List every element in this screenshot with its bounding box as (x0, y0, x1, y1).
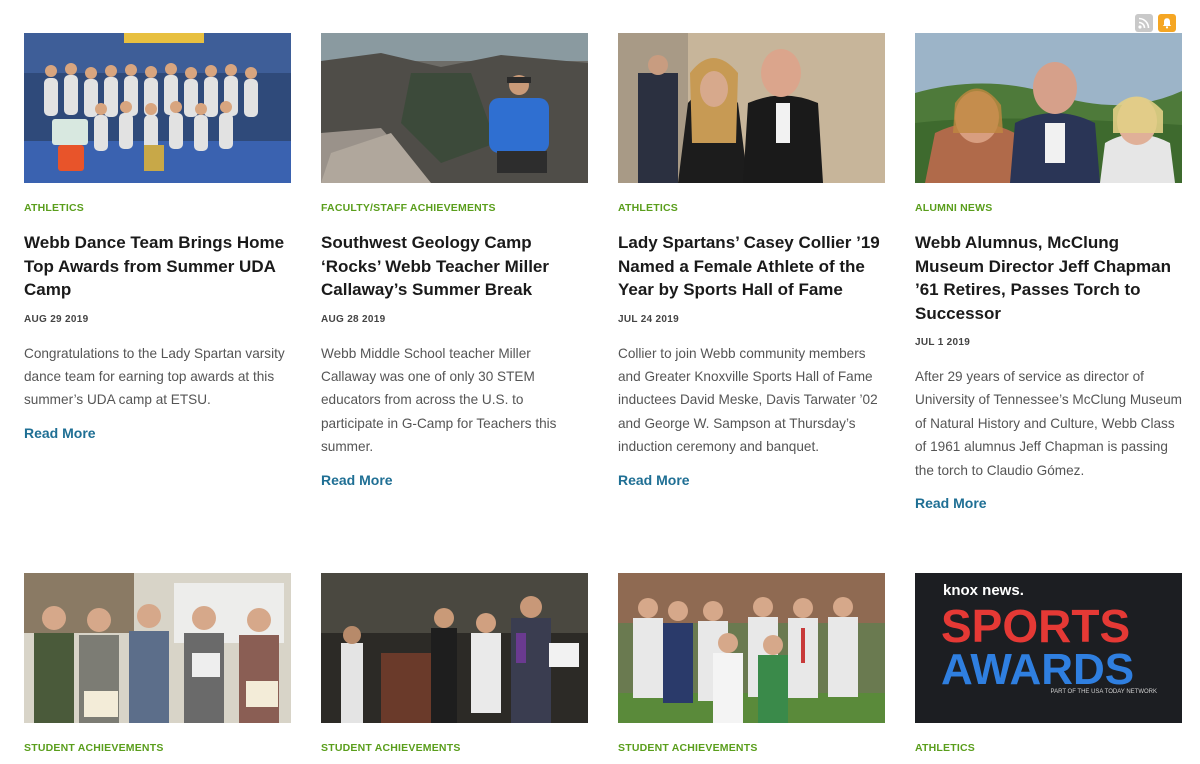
article-date: JUL 1 2019 (915, 337, 971, 348)
news-row: ATHLETICS Webb Dance Team Brings Home To… (24, 33, 1182, 511)
article-category[interactable]: ATHLETICS (915, 742, 1182, 754)
group-students-photo (618, 573, 885, 723)
article-category[interactable]: ATHLETICS (24, 202, 291, 214)
news-card: STUDENT ACHIEVEMENTS (618, 573, 885, 754)
article-date: AUG 28 2019 (321, 313, 386, 325)
logo-line3: AWARDS (941, 645, 1134, 694)
article-excerpt: Collier to join Webb community members a… (618, 345, 878, 455)
bell-glyph (1162, 18, 1172, 29)
article-category[interactable]: FACULTY/STAFF ACHIEVEMENTS (321, 202, 588, 214)
article-excerpt: Webb Middle School teacher Miller Callaw… (321, 345, 557, 455)
news-card: knox news. SPORTS AWARDS PART OF THE USA… (915, 573, 1182, 754)
article-date: JUL 24 2019 (618, 313, 679, 325)
article-category[interactable]: STUDENT ACHIEVEMENTS (321, 742, 588, 754)
news-card: ALUMNI NEWS Webb Alumnus, McClung Museum… (915, 33, 1182, 511)
banquet-photo (618, 33, 885, 183)
article-image-sports-awards[interactable]: knox news. SPORTS AWARDS PART OF THE USA… (915, 573, 1182, 723)
news-card: STUDENT ACHIEVEMENTS (321, 573, 588, 754)
feed-icons (1135, 14, 1176, 32)
read-more-link[interactable]: Read More (321, 472, 588, 488)
article-image-stage-awards[interactable] (321, 573, 588, 723)
article-excerpt: After 29 years of service as director of… (915, 369, 1182, 478)
news-row: STUDENT ACHIEVEMENTS STUDENT ACHIEVEMENT… (24, 573, 1182, 754)
article-category[interactable]: STUDENT ACHIEVEMENTS (24, 742, 291, 754)
logo-tagline: PART OF THE USA TODAY NETWORK (1051, 689, 1157, 695)
news-card: FACULTY/STAFF ACHIEVEMENTS Southwest Geo… (321, 33, 588, 511)
article-category[interactable]: ATHLETICS (618, 202, 885, 214)
article-title[interactable]: Lady Spartans’ Casey Collier ’19 Named a… (618, 231, 885, 302)
alumni-photo (915, 33, 1182, 183)
article-category[interactable]: STUDENT ACHIEVEMENTS (618, 742, 885, 754)
article-image-medal-students[interactable] (24, 573, 291, 723)
article-image-dance-team[interactable] (24, 33, 291, 183)
article-category[interactable]: ALUMNI NEWS (915, 202, 1182, 214)
stage-awards-photo (321, 573, 588, 723)
article-title[interactable]: Webb Dance Team Brings Home Top Awards f… (24, 231, 291, 302)
news-card: ATHLETICS Lady Spartans’ Casey Collier ’… (618, 33, 885, 511)
dance-team-photo (24, 33, 291, 183)
rss-glyph (1138, 17, 1150, 29)
news-card: ATHLETICS Webb Dance Team Brings Home To… (24, 33, 291, 511)
read-more-link[interactable]: Read More (618, 472, 885, 488)
article-image-casey-collier[interactable] (618, 33, 885, 183)
read-more-link[interactable]: Read More (24, 425, 291, 441)
canyon-photo (321, 33, 588, 183)
article-title[interactable]: Southwest Geology Camp ‘Rocks’ Webb Teac… (321, 231, 588, 302)
bell-icon[interactable] (1158, 14, 1176, 32)
news-card: STUDENT ACHIEVEMENTS (24, 573, 291, 754)
article-image-jeff-chapman[interactable] (915, 33, 1182, 183)
logo-line1: knox news. (943, 582, 1024, 599)
medal-students-photo (24, 573, 291, 723)
rss-icon[interactable] (1135, 14, 1153, 32)
article-image-geology-camp[interactable] (321, 33, 588, 183)
article-date: AUG 29 2019 (24, 313, 89, 325)
knox-news-logo: knox news. SPORTS AWARDS PART OF THE USA… (915, 573, 1182, 723)
article-excerpt: Congratulations to the Lady Spartan vars… (24, 345, 285, 408)
news-grid: ATHLETICS Webb Dance Team Brings Home To… (24, 33, 1182, 754)
article-title[interactable]: Webb Alumnus, McClung Museum Director Je… (915, 231, 1182, 325)
article-image-group-students[interactable] (618, 573, 885, 723)
read-more-link[interactable]: Read More (915, 495, 1182, 511)
